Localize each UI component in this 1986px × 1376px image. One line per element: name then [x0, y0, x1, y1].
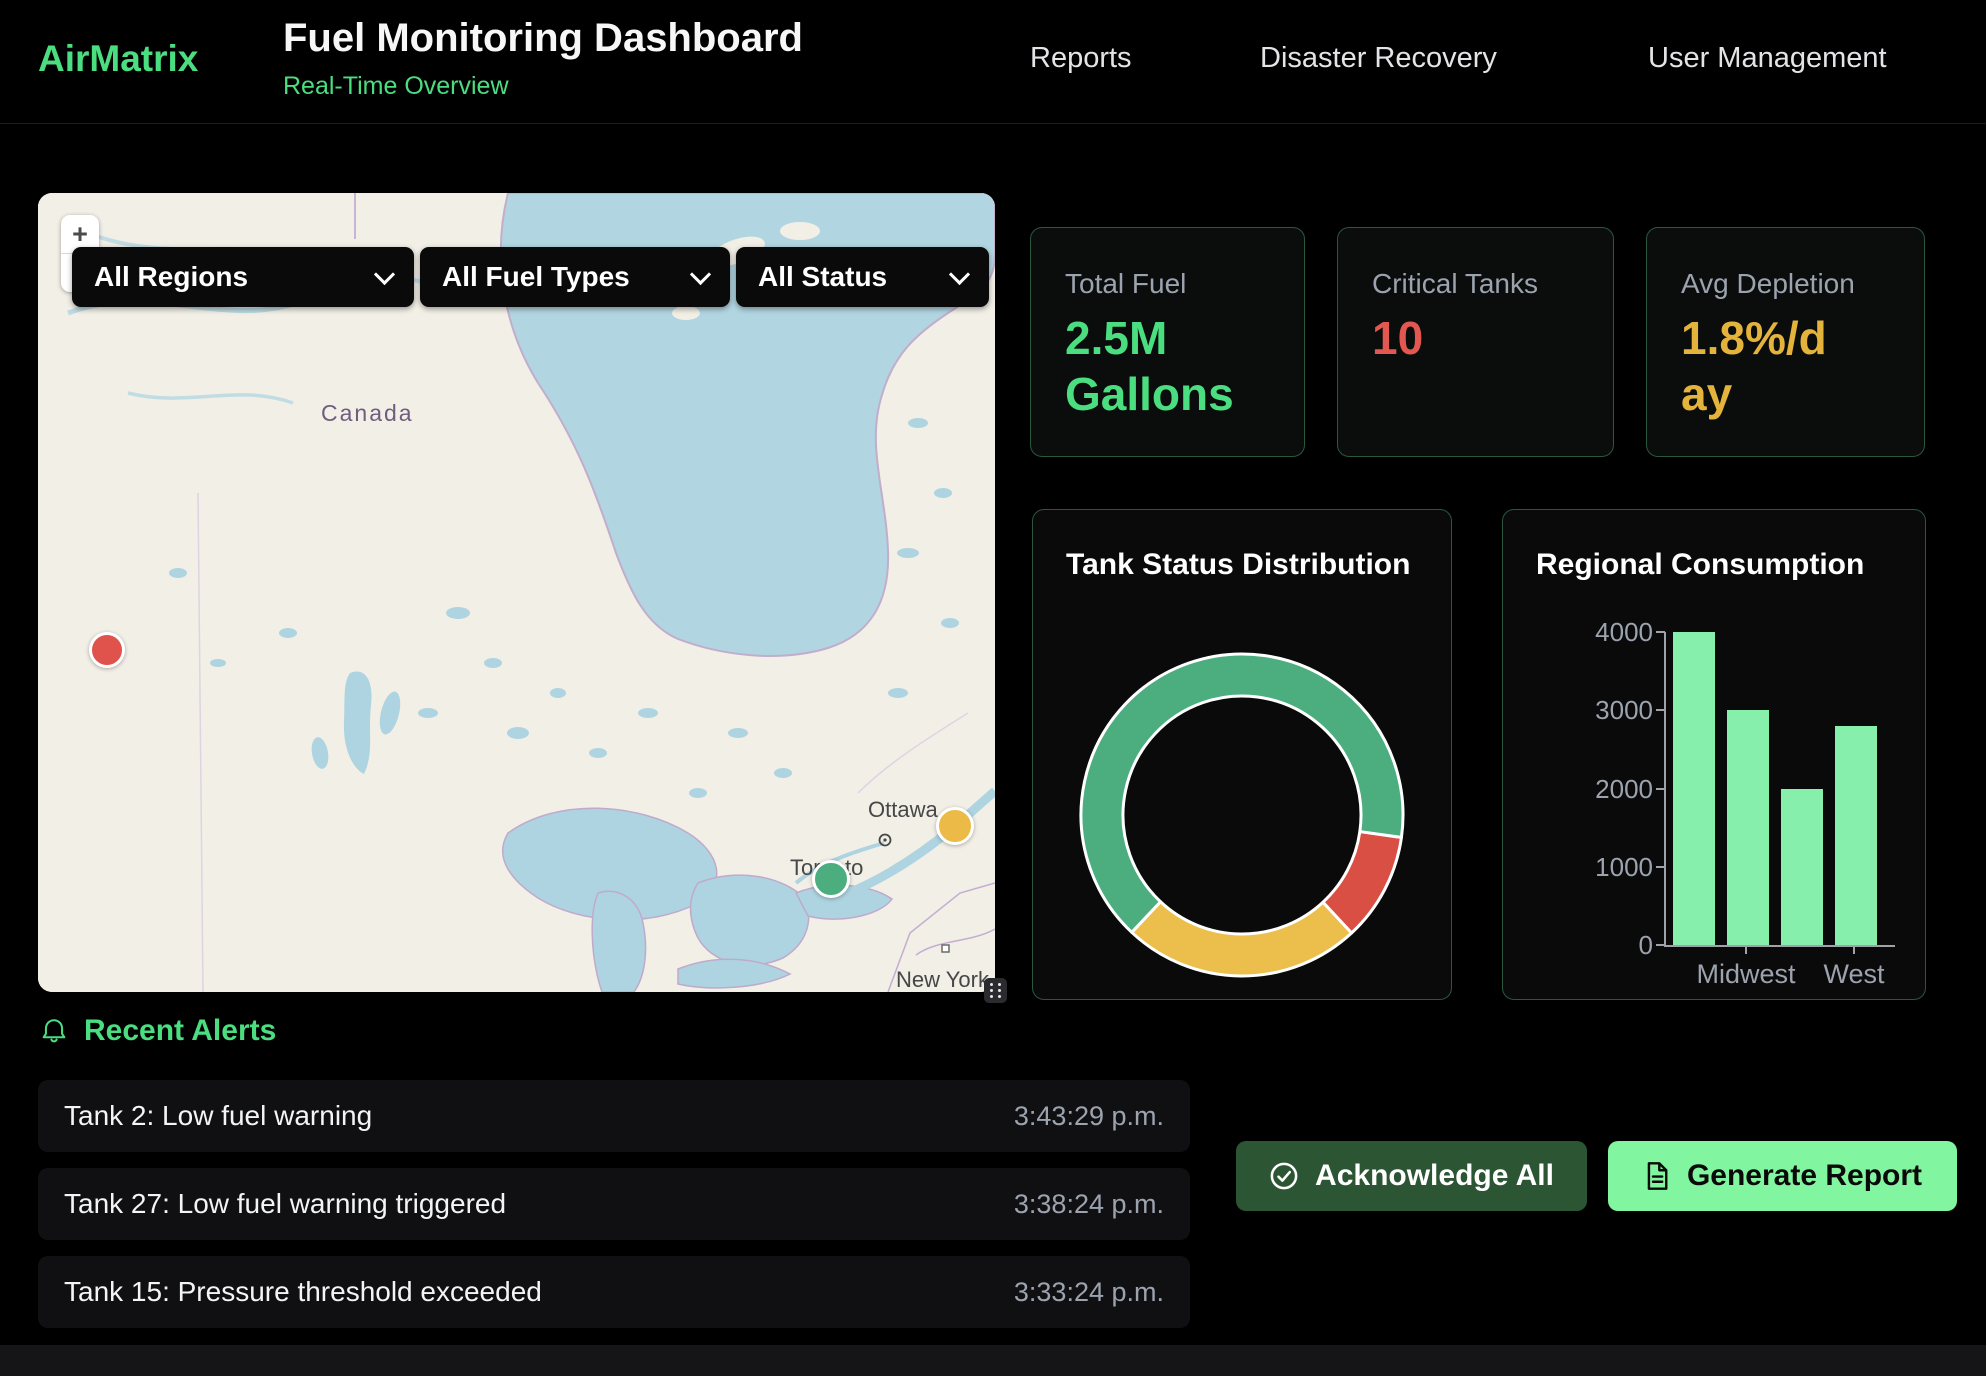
stat-card-critical-tanks: Critical Tanks 10 — [1337, 227, 1614, 457]
tank-marker-critical[interactable] — [89, 632, 125, 668]
dashboard-root: AirMatrix Fuel Monitoring Dashboard Real… — [0, 0, 1986, 1376]
x-axis-tick — [1853, 945, 1855, 954]
tank-marker-normal[interactable] — [812, 860, 850, 898]
region-filter-value: All Regions — [94, 261, 248, 293]
alert-message: Tank 2: Low fuel warning — [64, 1100, 372, 1132]
chevron-down-icon — [949, 263, 970, 284]
y-axis-tick-label: 3000 — [1533, 695, 1653, 726]
generate-report-button[interactable]: Generate Report — [1608, 1141, 1957, 1211]
map-filter-bar: All Regions All Fuel Types All Status — [72, 247, 989, 307]
check-circle-icon — [1269, 1161, 1299, 1191]
acknowledge-all-button[interactable]: Acknowledge All — [1236, 1141, 1587, 1211]
tank-marker-warning[interactable] — [936, 807, 974, 845]
chevron-down-icon — [374, 263, 395, 284]
stat-label: Avg Depletion — [1681, 268, 1855, 300]
region-filter-dropdown[interactable]: All Regions — [72, 247, 414, 307]
stat-value-critical-tanks: 10 — [1372, 310, 1423, 366]
ottawa-city-dot — [883, 838, 886, 841]
donut-segment-warning — [1132, 902, 1352, 976]
x-axis-tick-label: West — [1784, 959, 1924, 990]
status-filter-dropdown[interactable]: All Status — [736, 247, 989, 307]
alerts-title: Recent Alerts — [84, 1014, 276, 1048]
y-axis-tick — [1656, 788, 1665, 790]
brand-logo: AirMatrix — [38, 38, 198, 80]
y-axis-tick — [1656, 944, 1665, 946]
page-subtitle: Real-Time Overview — [283, 72, 509, 101]
alert-timestamp: 3:38:24 p.m. — [1014, 1189, 1164, 1220]
alert-message: Tank 27: Low fuel warning triggered — [64, 1188, 506, 1220]
nav-reports[interactable]: Reports — [1030, 42, 1132, 75]
stat-value-total-fuel: 2.5M Gallons — [1065, 310, 1275, 422]
fuel-type-filter-dropdown[interactable]: All Fuel Types — [420, 247, 730, 307]
nav-disaster-recovery[interactable]: Disaster Recovery — [1260, 42, 1497, 75]
donut-chart-title: Tank Status Distribution — [1066, 548, 1410, 582]
map-resize-handle[interactable] — [984, 978, 1007, 1003]
y-axis-tick — [1656, 631, 1665, 633]
tank-status-donut-chart — [1033, 510, 1453, 1001]
stat-label: Total Fuel — [1065, 268, 1186, 300]
bar-plot-area — [1664, 632, 1895, 947]
alert-row[interactable]: Tank 2: Low fuel warning 3:43:29 p.m. — [38, 1080, 1190, 1152]
status-filter-value: All Status — [758, 261, 887, 293]
acknowledge-all-label: Acknowledge All — [1315, 1159, 1554, 1193]
newyork-city-icon — [942, 945, 949, 952]
fuel-type-filter-value: All Fuel Types — [442, 261, 630, 293]
y-axis-tick-label: 4000 — [1533, 617, 1653, 648]
bottom-bar — [0, 1345, 1986, 1376]
document-icon — [1643, 1161, 1671, 1191]
map-canvas: Canada Ottawa Toronto New York — [38, 193, 995, 992]
bell-icon — [40, 1017, 68, 1045]
generate-report-label: Generate Report — [1687, 1159, 1922, 1193]
alert-row[interactable]: Tank 15: Pressure threshold exceeded 3:3… — [38, 1256, 1190, 1328]
stat-label: Critical Tanks — [1372, 268, 1538, 300]
alert-timestamp: 3:33:24 p.m. — [1014, 1277, 1164, 1308]
alerts-header: Recent Alerts — [40, 1014, 276, 1048]
bar-0 — [1673, 632, 1715, 945]
regional-consumption-card: Regional Consumption 01000200030004000Mi… — [1502, 509, 1926, 1000]
tank-status-card: Tank Status Distribution — [1032, 509, 1452, 1000]
map-panel[interactable]: Canada Ottawa Toronto New York + − All R… — [38, 193, 995, 992]
bar-3 — [1835, 726, 1877, 945]
y-axis-tick — [1656, 866, 1665, 868]
app-header: AirMatrix Fuel Monitoring Dashboard Real… — [0, 0, 1986, 124]
x-axis-tick — [1745, 945, 1747, 954]
bar-2 — [1781, 789, 1823, 946]
page-title: Fuel Monitoring Dashboard — [283, 16, 803, 61]
alert-row[interactable]: Tank 27: Low fuel warning triggered 3:38… — [38, 1168, 1190, 1240]
y-axis-tick-label: 1000 — [1533, 852, 1653, 883]
chevron-down-icon — [690, 263, 711, 284]
map-label-ottawa: Ottawa — [868, 797, 938, 822]
bar-1 — [1727, 710, 1769, 945]
stat-card-total-fuel: Total Fuel 2.5M Gallons — [1030, 227, 1305, 457]
stat-card-avg-depletion: Avg Depletion 1.8%/day — [1646, 227, 1925, 457]
map-label-canada: Canada — [321, 400, 414, 426]
y-axis-tick — [1656, 709, 1665, 711]
y-axis-tick-label: 2000 — [1533, 774, 1653, 805]
alert-message: Tank 15: Pressure threshold exceeded — [64, 1276, 542, 1308]
alert-timestamp: 3:43:29 p.m. — [1014, 1101, 1164, 1132]
y-axis-tick-label: 0 — [1533, 930, 1653, 961]
nav-user-management[interactable]: User Management — [1648, 42, 1887, 75]
stat-value-avg-depletion: 1.8%/day — [1681, 310, 1841, 422]
bar-chart-title: Regional Consumption — [1536, 548, 1864, 582]
map-label-new-york: New York — [896, 967, 990, 992]
